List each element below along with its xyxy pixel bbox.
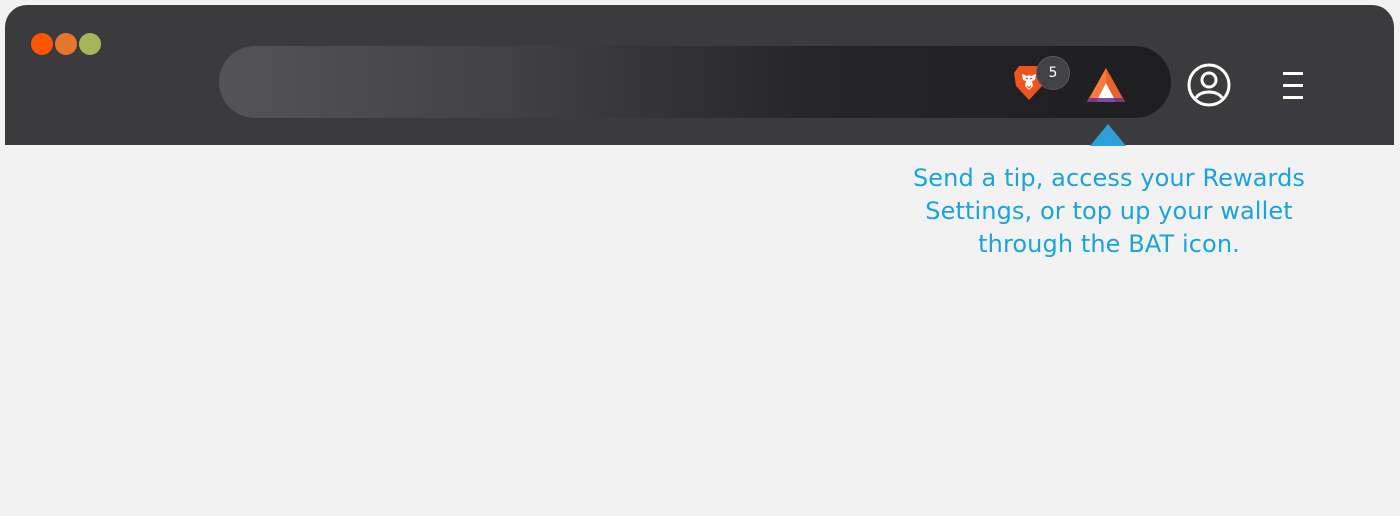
- profile-icon[interactable]: [1186, 62, 1232, 108]
- tooltip-pointer: [1090, 124, 1126, 146]
- window-controls: [31, 33, 101, 55]
- bat-triangle-icon[interactable]: [1086, 66, 1126, 104]
- bat-tooltip: Send a tip, access your Rewards Settings…: [880, 162, 1338, 261]
- hamburger-menu-icon[interactable]: [1281, 68, 1305, 104]
- close-window-button[interactable]: [31, 33, 53, 55]
- tooltip-line-3: through the BAT icon.: [978, 230, 1240, 258]
- tooltip-line-2: Settings, or top up your wallet: [925, 197, 1293, 225]
- shields-count-badge: 5: [1036, 56, 1070, 90]
- zoom-window-button[interactable]: [79, 33, 101, 55]
- tooltip-line-1: Send a tip, access your Rewards: [912, 164, 1306, 192]
- minimize-window-button[interactable]: [55, 33, 77, 55]
